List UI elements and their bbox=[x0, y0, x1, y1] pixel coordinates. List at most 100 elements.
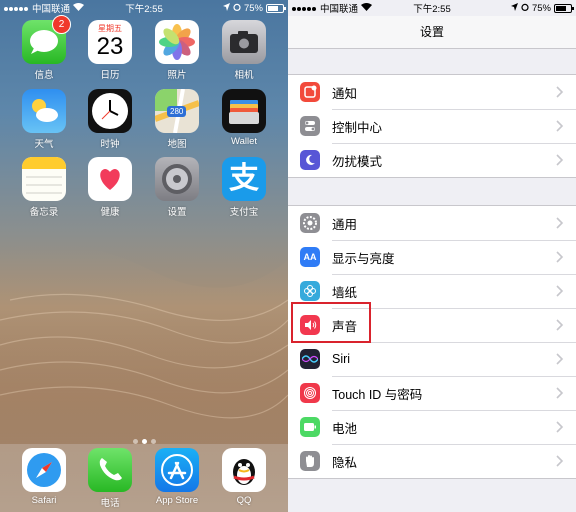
settings-row-touch-id[interactable]: Touch ID 与密码 bbox=[288, 376, 576, 410]
app-notes[interactable]: 备忘录 bbox=[14, 157, 74, 218]
app-messages[interactable]: 2 信息 bbox=[14, 15, 74, 81]
app-label: Wallet bbox=[230, 136, 258, 147]
app-label: 健康 bbox=[100, 207, 120, 218]
app-label: QQ bbox=[236, 495, 252, 506]
calendar-day: 23 bbox=[96, 33, 124, 60]
app-label: 电话 bbox=[100, 498, 120, 509]
settings-row-privacy[interactable]: 隐私 bbox=[288, 444, 576, 478]
alarm-icon bbox=[521, 3, 529, 14]
chevron-right-icon bbox=[556, 319, 564, 331]
row-label: Siri bbox=[332, 352, 351, 366]
row-label: 墙纸 bbox=[332, 285, 358, 300]
app-maps[interactable]: 280 地图 bbox=[147, 89, 207, 150]
settings-row-notifications[interactable]: 通知 bbox=[288, 75, 576, 109]
app-label: 相机 bbox=[234, 70, 254, 81]
qq-penguin-icon bbox=[222, 448, 266, 492]
settings-status-bar: 中国联通 下午2:55 75% bbox=[288, 0, 576, 16]
location-icon bbox=[222, 2, 230, 14]
row-label: 勿扰模式 bbox=[332, 154, 383, 169]
row-label: 通用 bbox=[332, 217, 358, 232]
row-label: 隐私 bbox=[332, 455, 358, 470]
settings-row-do-not-disturb[interactable]: 勿扰模式 bbox=[288, 143, 576, 177]
wallet-icon bbox=[222, 89, 266, 133]
chevron-right-icon bbox=[556, 120, 564, 132]
messages-badge: 2 bbox=[52, 15, 71, 34]
maps-road-sign: 280 bbox=[167, 106, 187, 117]
notes-icon bbox=[22, 157, 66, 201]
weather-icon bbox=[22, 89, 66, 133]
flower-icon bbox=[300, 281, 320, 301]
row-label: 显示与亮度 bbox=[332, 251, 395, 266]
health-icon bbox=[88, 157, 132, 201]
settings-group-1: 通知 控制中心 勿扰模式 bbox=[288, 74, 576, 178]
app-label: 信息 bbox=[34, 70, 54, 81]
chevron-right-icon bbox=[556, 455, 564, 467]
app-photos[interactable]: 照片 bbox=[147, 20, 207, 81]
app-alipay[interactable]: 支 支付宝 bbox=[214, 157, 274, 218]
app-calendar[interactable]: 星期五 23 日历 bbox=[80, 20, 140, 81]
highlight-box-sounds bbox=[291, 302, 371, 343]
clock-icon bbox=[88, 89, 132, 133]
app-qq[interactable]: QQ bbox=[214, 448, 274, 506]
alarm-icon bbox=[233, 3, 241, 14]
appstore-icon bbox=[155, 448, 199, 492]
safari-icon bbox=[22, 448, 66, 492]
chevron-right-icon bbox=[556, 353, 564, 365]
battery-icon bbox=[554, 3, 574, 13]
app-wallet[interactable]: Wallet bbox=[214, 89, 274, 147]
chevron-right-icon bbox=[556, 387, 564, 399]
app-weather[interactable]: 天气 bbox=[14, 89, 74, 150]
notifications-icon bbox=[300, 82, 320, 102]
app-health[interactable]: 健康 bbox=[80, 157, 140, 218]
photos-icon bbox=[155, 20, 199, 64]
app-label: Safari bbox=[31, 495, 57, 506]
toggles-icon bbox=[300, 116, 320, 136]
app-camera[interactable]: 相机 bbox=[214, 20, 274, 81]
calendar-icon: 星期五 23 bbox=[88, 20, 132, 64]
location-icon bbox=[510, 2, 518, 14]
app-label: 备忘录 bbox=[29, 207, 59, 218]
hand-icon bbox=[300, 451, 320, 471]
row-label: 电池 bbox=[332, 421, 358, 436]
home-screen: 中国联通 下午2:55 75% 2 信息 星期五 23 日历 照片 相机 天气 … bbox=[0, 0, 288, 512]
settings-row-siri[interactable]: Siri bbox=[288, 342, 576, 376]
chevron-right-icon bbox=[556, 285, 564, 297]
app-clock[interactable]: 时钟 bbox=[80, 89, 140, 150]
app-label: App Store bbox=[155, 495, 199, 506]
app-label: 支付宝 bbox=[229, 207, 259, 218]
settings-screen: 中国联通 下午2:55 75% 设置 通知 控制中心 勿扰模式 通用 AA 显示… bbox=[288, 0, 576, 512]
chevron-right-icon bbox=[556, 421, 564, 433]
battery-icon bbox=[266, 3, 286, 13]
app-label: 日历 bbox=[100, 70, 120, 81]
text-size-icon: AA bbox=[300, 247, 320, 267]
chevron-right-icon bbox=[556, 86, 564, 98]
app-label: 地图 bbox=[167, 139, 187, 150]
settings-row-display-brightness[interactable]: AA 显示与亮度 bbox=[288, 240, 576, 274]
siri-icon bbox=[300, 349, 320, 369]
app-phone[interactable]: 电话 bbox=[80, 448, 140, 509]
settings-row-control-center[interactable]: 控制中心 bbox=[288, 109, 576, 143]
gear-icon bbox=[300, 213, 320, 233]
chevron-right-icon bbox=[556, 154, 564, 166]
app-settings[interactable]: 设置 bbox=[147, 157, 207, 218]
settings-row-battery[interactable]: 电池 bbox=[288, 410, 576, 444]
battery-percent: 75% bbox=[531, 2, 551, 14]
nav-bar: 设置 bbox=[288, 16, 576, 49]
settings-row-general[interactable]: 通用 bbox=[288, 206, 576, 240]
battery-icon bbox=[300, 417, 320, 437]
battery-percent: 75% bbox=[243, 2, 263, 14]
app-label: 天气 bbox=[34, 139, 54, 150]
phone-icon bbox=[88, 448, 132, 492]
app-appstore[interactable]: App Store bbox=[147, 448, 207, 506]
chevron-right-icon bbox=[556, 251, 564, 263]
chevron-right-icon bbox=[556, 217, 564, 229]
app-safari[interactable]: Safari bbox=[14, 448, 74, 506]
row-label: 控制中心 bbox=[332, 120, 383, 135]
row-label: Touch ID 与密码 bbox=[332, 387, 423, 402]
gear-icon bbox=[155, 157, 199, 201]
page-title: 设置 bbox=[419, 25, 444, 39]
camera-icon bbox=[222, 20, 266, 64]
app-label: 设置 bbox=[167, 207, 187, 218]
home-status-bar: 中国联通 下午2:55 75% bbox=[0, 0, 288, 16]
app-label: 时钟 bbox=[100, 139, 120, 150]
